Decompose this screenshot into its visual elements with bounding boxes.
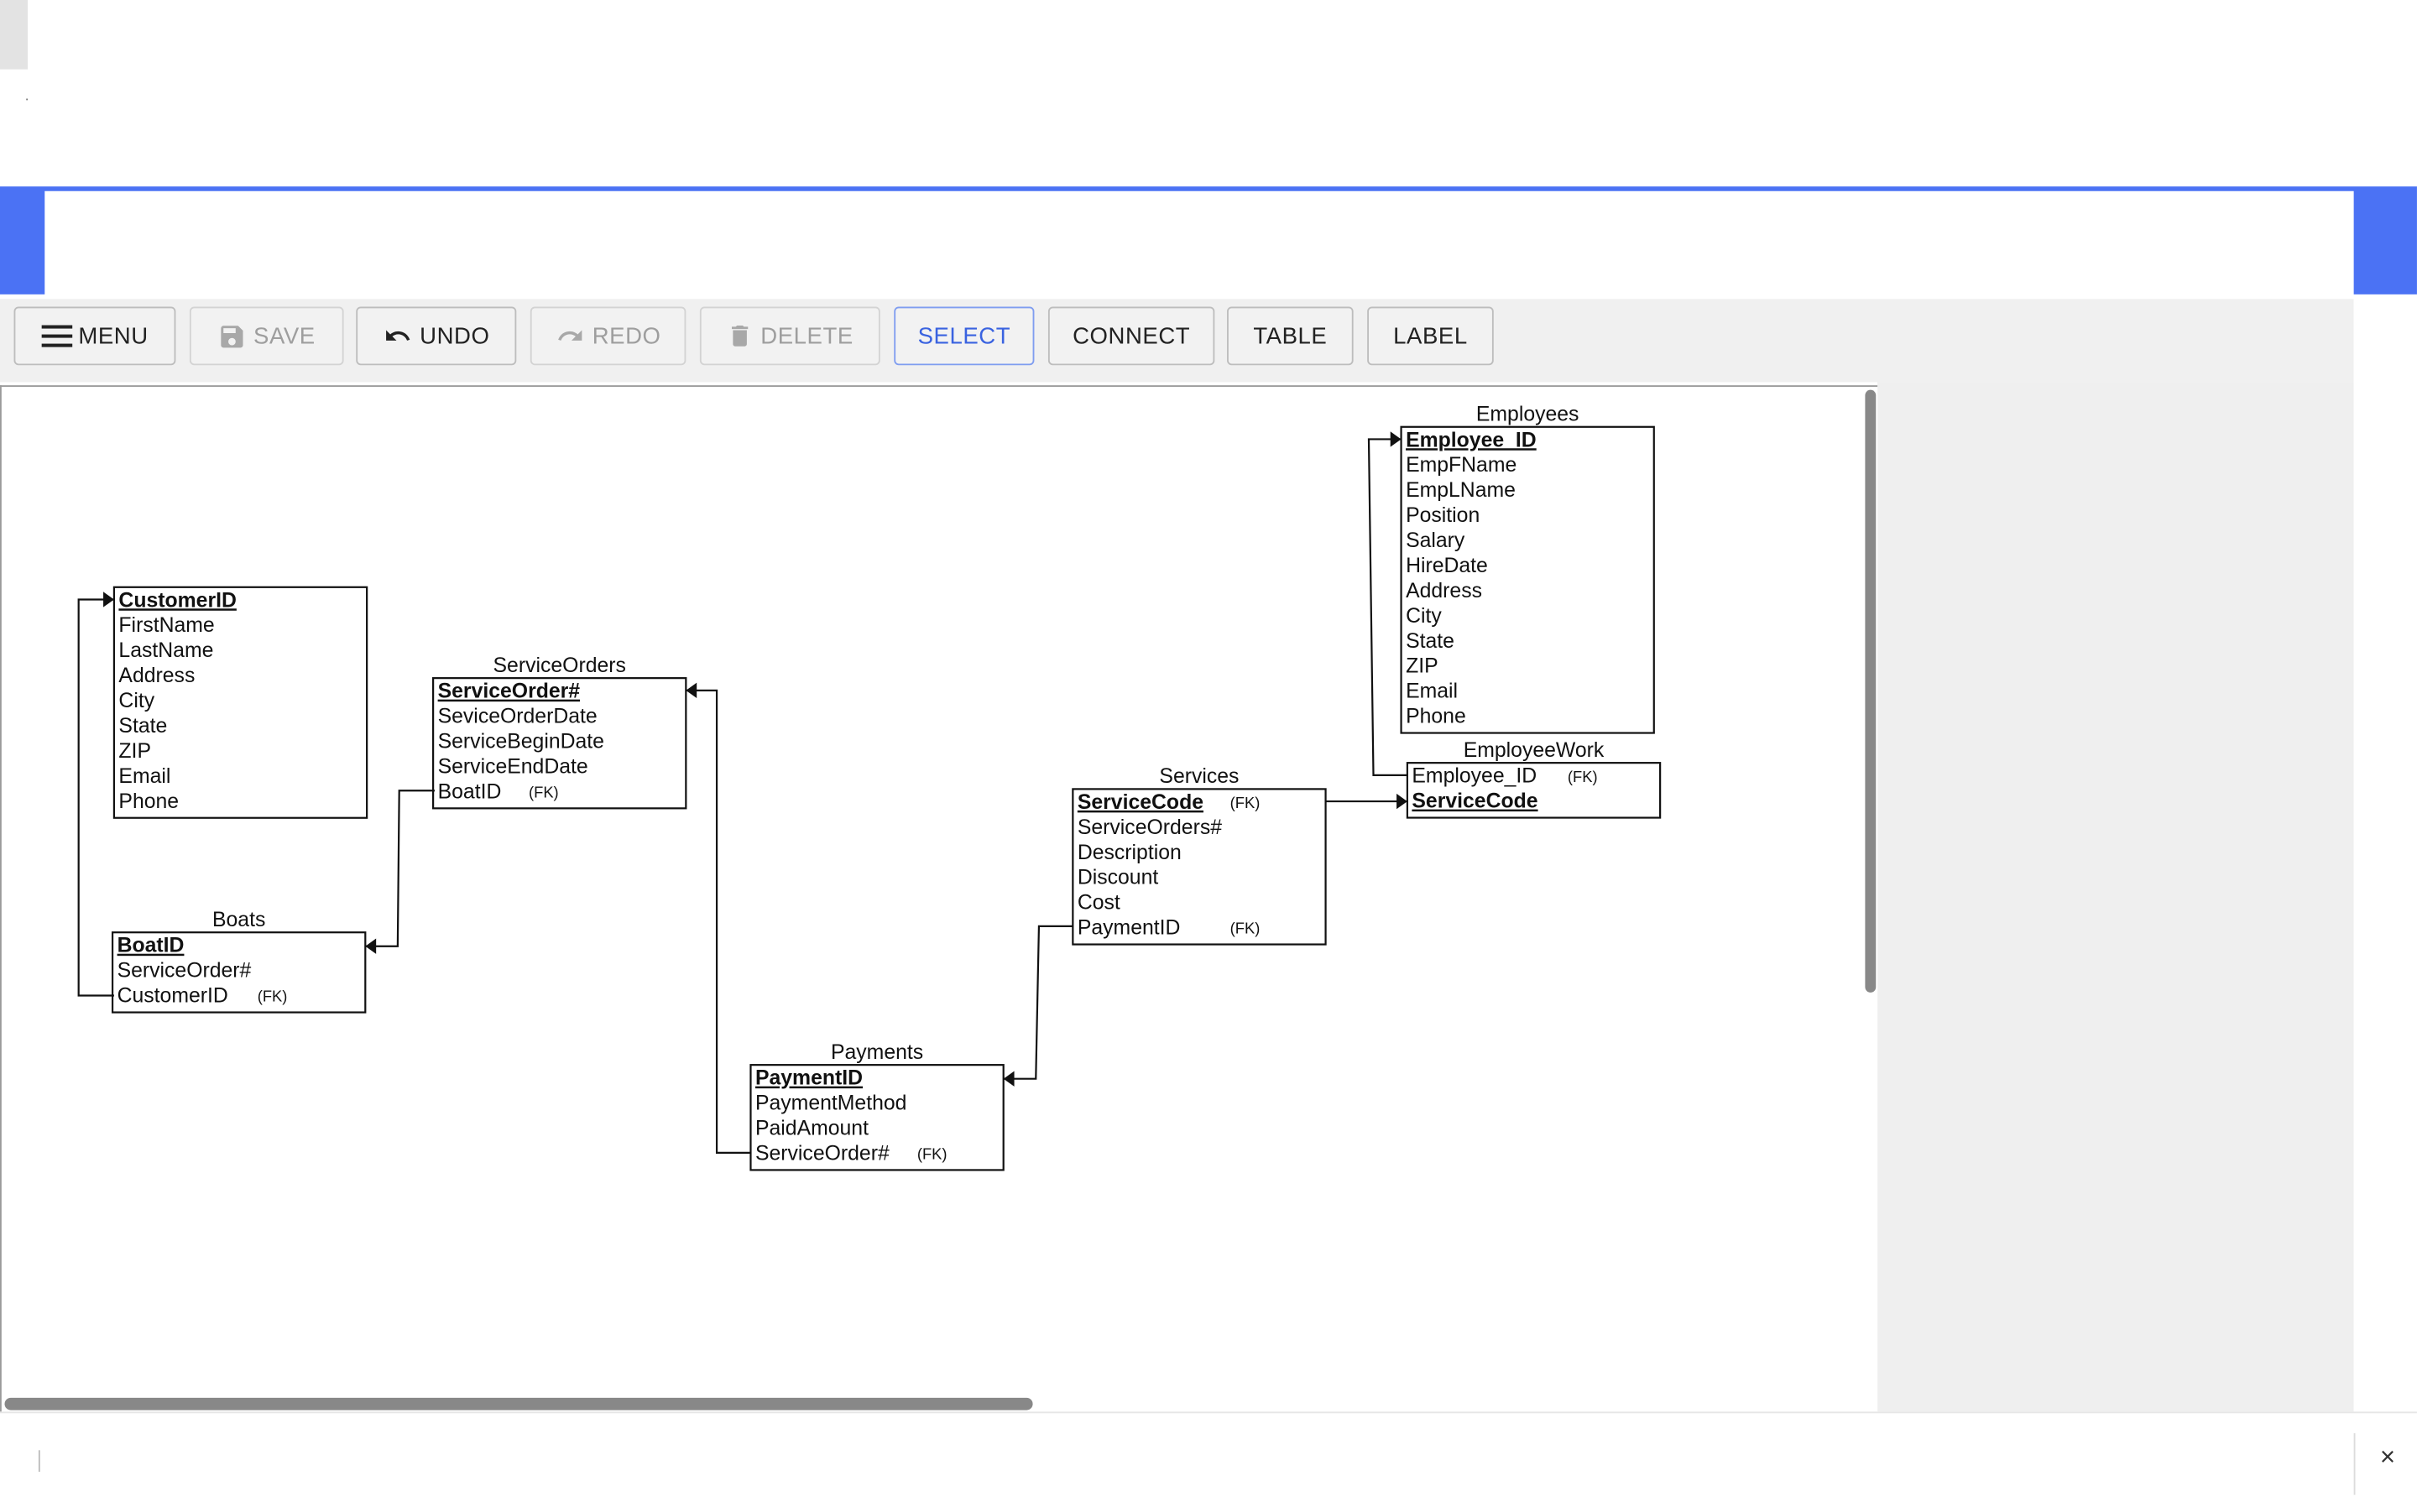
fk-marker: (FK) — [1568, 768, 1598, 785]
table-field[interactable]: CustomerID — [117, 985, 228, 1008]
app-root: MENU SAVE UNDO REDO DELETE SELECT CONNEC… — [0, 0, 2417, 1512]
table-field[interactable]: State — [118, 715, 167, 738]
er-diagram: CustomerIDFirstNameLastNameAddressCitySt… — [77, 403, 1662, 1171]
table-title: Employees — [1476, 403, 1579, 425]
table-field[interactable]: CustomerID — [118, 589, 236, 612]
table-boats[interactable]: Boats BoatID ServiceOrder#CustomerID (FK) — [111, 909, 367, 1014]
relationship-connector[interactable] — [1003, 925, 1073, 1087]
table-field[interactable]: PaymentID — [755, 1067, 863, 1090]
table-field[interactable]: ServiceBeginDate — [438, 731, 604, 753]
table-field[interactable]: State — [1406, 630, 1454, 653]
status-input-caret — [38, 1450, 40, 1473]
table-field[interactable]: ServiceCode — [1078, 791, 1203, 814]
table-field[interactable]: FirstName — [118, 614, 214, 637]
relationship-connector[interactable] — [77, 592, 114, 997]
table-employeework[interactable]: EmployeeWork Employee_ID (FK) ServiceCode — [1406, 739, 1662, 819]
table-customers[interactable]: CustomerIDFirstNameLastName Address City St… — [112, 586, 368, 819]
arrowhead-icon — [365, 938, 377, 954]
table-field[interactable]: Address — [118, 665, 195, 687]
table-field[interactable]: PaymentID — [1078, 917, 1181, 940]
status-bar — [0, 1411, 2417, 1512]
table-title: ServiceOrders — [493, 654, 626, 677]
table-field[interactable]: ServiceCode — [1412, 790, 1537, 813]
table-field[interactable]: ServiceOrder# — [755, 1142, 890, 1165]
table-field[interactable]: PaymentMethod — [755, 1092, 906, 1115]
close-icon[interactable]: × — [2371, 1442, 2404, 1479]
table-field[interactable]: Discount — [1078, 867, 1159, 889]
relationship-connector[interactable] — [365, 790, 435, 954]
arrowhead-icon — [1396, 793, 1407, 810]
table-field[interactable]: PaidAmount — [755, 1118, 869, 1140]
table-serviceorders[interactable]: ServiceOrders ServiceOrder# SeviceOrderDat… — [432, 654, 687, 810]
horizontal-scrollbar[interactable] — [4, 1397, 1033, 1410]
table-field[interactable]: Email — [118, 765, 170, 788]
table-field[interactable]: Phone — [118, 790, 179, 813]
table-field[interactable]: City — [118, 690, 154, 712]
table-title: Services — [1159, 765, 1239, 788]
table-field[interactable]: Description — [1078, 842, 1182, 864]
arrowhead-icon — [1390, 431, 1402, 447]
table-field[interactable]: BoatID — [117, 935, 185, 957]
table-title: EmployeeWork — [1464, 739, 1605, 762]
fk-marker: (FK) — [258, 988, 288, 1005]
table-field[interactable]: SeviceOrderDate — [438, 706, 598, 728]
table-field[interactable]: Phone — [1406, 706, 1466, 728]
table-field[interactable]: Email — [1406, 680, 1458, 703]
table-field[interactable]: ZIP — [1406, 655, 1438, 678]
table-field[interactable]: HireDate — [1406, 555, 1488, 577]
table-field[interactable]: Cost — [1078, 892, 1120, 915]
table-field[interactable]: BoatID — [438, 780, 502, 803]
table-field[interactable]: ServiceOrder# — [438, 680, 581, 703]
table-field[interactable]: Address — [1406, 580, 1482, 602]
table-field[interactable]: ServiceEndDate — [438, 755, 588, 778]
relationship-connector[interactable] — [1325, 793, 1407, 810]
table-field[interactable]: Position — [1406, 504, 1480, 527]
arrowhead-icon — [103, 592, 114, 607]
table-field[interactable]: ServiceOrders# — [1078, 816, 1222, 839]
table-field[interactable]: Salary — [1406, 529, 1465, 552]
table-field[interactable]: EmpLName — [1406, 479, 1516, 502]
table-services[interactable]: Services ServiceCode (FK) ServiceOrders# Des… — [1072, 765, 1327, 946]
fk-marker: (FK) — [917, 1145, 947, 1163]
arrowhead-icon — [1003, 1071, 1015, 1087]
vertical-scrollbar[interactable] — [1865, 389, 1877, 993]
status-bar-divider — [2353, 1433, 2356, 1495]
table-field[interactable]: City — [1406, 605, 1442, 628]
fk-marker: (FK) — [1230, 920, 1261, 937]
arrowhead-icon — [686, 682, 697, 699]
table-payments[interactable]: Payments PaymentIDPaymentMethod PaidAmount… — [749, 1041, 1005, 1171]
table-title: Payments — [831, 1041, 923, 1064]
table-field[interactable]: Employee_ID — [1412, 765, 1537, 788]
table-field[interactable]: ZIP — [118, 740, 151, 763]
relationship-connector[interactable] — [686, 682, 751, 1154]
table-field[interactable]: EmpFName — [1406, 454, 1516, 477]
table-employees[interactable]: Employees Employee_ID EmpFNameEmpLNamePosi… — [1400, 403, 1655, 734]
table-field[interactable]: LastName — [118, 639, 213, 662]
table-field[interactable]: ServiceOrder# — [117, 960, 252, 983]
fk-marker: (FK) — [529, 783, 559, 800]
table-field[interactable]: Employee_ID — [1406, 429, 1537, 451]
fk-marker: (FK) — [1230, 794, 1261, 811]
table-title: Boats — [212, 909, 265, 931]
